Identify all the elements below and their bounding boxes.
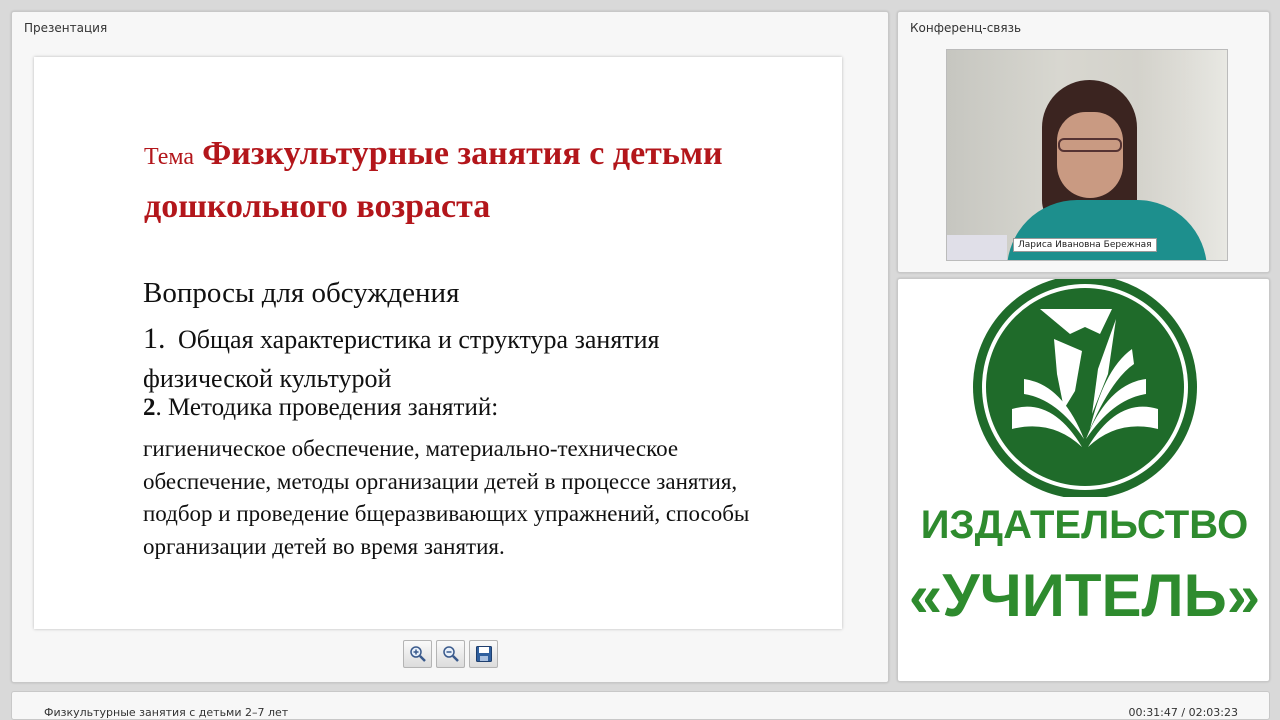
publisher-name-line1: ИЗДАТЕЛЬСТВО [920, 503, 1249, 547]
zoom-in-icon [409, 646, 426, 662]
save-icon [475, 646, 492, 662]
slide-topic: Тема Физкультурные занятия с детьми дошко… [144, 129, 824, 232]
participant-video[interactable]: Лариса Ивановна Бережная [946, 49, 1228, 261]
presentation-panel-title: Презентация [24, 21, 108, 35]
conference-panel-title: Конференц-связь [910, 21, 1022, 35]
conference-panel: Конференц-связь Лариса Ивановна Бережная [897, 11, 1270, 273]
participant-glasses [1058, 138, 1122, 152]
slide-question-2-number: 2 [143, 394, 156, 421]
slide-topic-title: Физкультурные занятия с детьми дошкольно… [144, 135, 723, 225]
presentation-panel: Презентация Тема Физкультурные занятия с … [11, 11, 889, 683]
slide-question-1-text: Общая характеристика и структура занятия… [143, 325, 660, 393]
zoom-in-button[interactable] [403, 640, 432, 668]
publisher-emblem-icon [973, 279, 1197, 497]
participant-name-tag: Лариса Ивановна Бережная [1013, 238, 1157, 252]
slide-question-2-details: гигиеническое обеспечение, материально-т… [143, 436, 750, 559]
slide-question-1-number: 1. [143, 322, 166, 355]
publisher-logo-panel: ИЗДАТЕЛЬСТВО «УЧИТЕЛЬ» [897, 278, 1270, 682]
course-title: Физкультурные занятия с детьми 2–7 лет [44, 706, 289, 719]
slide-question-2-text: . Методика проведения занятий: [155, 394, 499, 421]
player-footer: Физкультурные занятия с детьми 2–7 лет 0… [11, 691, 1270, 720]
slide-topic-word: Тема [144, 144, 195, 170]
zoom-out-button[interactable] [436, 640, 465, 668]
participant-face [1057, 112, 1123, 198]
slide-toolbar [403, 640, 498, 668]
publisher-name-line2: «УЧИТЕЛЬ» [908, 562, 1261, 629]
slide-question-2: 2. Методика проведения занятий: [143, 394, 498, 422]
slide-question-1: 1. Общая характеристика и структура заня… [143, 319, 783, 398]
presentation-slide: Тема Физкультурные занятия с детьми дошко… [34, 57, 842, 629]
playback-time: 00:31:47 / 02:03:23 [1128, 706, 1238, 719]
slide-questions-heading: Вопросы для обсуждения [143, 277, 460, 309]
save-button[interactable] [469, 640, 498, 668]
zoom-out-icon [442, 646, 459, 662]
video-pillow [947, 235, 1007, 260]
